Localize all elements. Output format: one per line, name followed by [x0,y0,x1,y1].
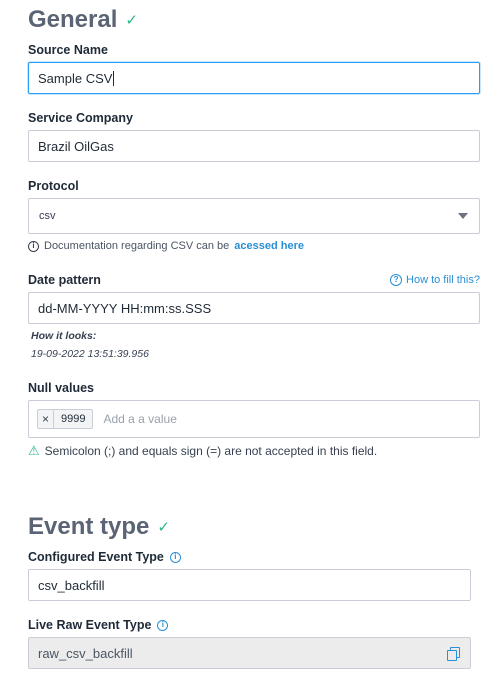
protocol-helper-text: Documentation regarding CSV can be [44,240,230,252]
service-company-value: Brazil OilGas [38,138,114,154]
text-cursor [113,70,115,86]
protocol-helper: i Documentation regarding CSV can be ace… [28,240,304,252]
source-name-input[interactable]: Sample CSV [28,62,480,94]
how-to-fill-link[interactable]: ? How to fill this? [390,274,480,286]
source-name-value: Sample CSV [38,70,113,86]
copy-icon[interactable] [446,646,460,661]
live-raw-event-type-value: raw_csv_backfill [38,645,133,661]
how-to-fill-text: How to fill this? [406,274,480,286]
live-raw-event-type-label: Live Raw Event Type i [28,618,169,632]
null-values-placeholder[interactable]: Add a a value [103,412,176,426]
how-it-looks-value: 19-09-2022 13:51:39.956 [31,348,149,360]
null-value-tag: × 9999 [37,409,94,429]
configured-event-type-label-text: Configured Event Type [28,550,164,564]
help-circle-icon: ? [390,274,403,286]
chevron-down-icon[interactable] [458,213,468,219]
event-type-title-text: Event type [28,513,150,540]
check-icon: ✓ [157,519,170,536]
null-value-tag-label: 9999 [61,413,86,425]
null-values-warning: ⚠ Semicolon (;) and equals sign (=) are … [28,443,377,459]
protocol-select[interactable]: csv [28,198,480,234]
how-it-looks-label: How it looks: [31,330,97,342]
protocol-docs-link[interactable]: acessed here [234,240,304,252]
info-icon: i [28,240,39,252]
info-icon[interactable]: i [169,551,181,563]
general-section-title: General ✓ [28,6,138,34]
service-company-label: Service Company [28,111,133,125]
check-icon: ✓ [125,12,138,29]
configured-event-type-value: csv_backfill [38,577,105,593]
event-type-section-title: Event type ✓ [28,513,170,541]
live-raw-event-type-field: raw_csv_backfill [28,637,471,669]
configured-event-type-input[interactable]: csv_backfill [28,569,471,601]
protocol-selected-value: csv [39,210,56,222]
source-name-label: Source Name [28,43,108,57]
info-icon[interactable]: i [157,619,169,631]
live-raw-event-type-label-text: Live Raw Event Type [28,618,152,632]
null-values-label: Null values [28,381,94,395]
general-title-text: General [28,6,118,33]
protocol-label: Protocol [28,179,79,193]
date-pattern-value: dd-MM-YYYY HH:mm:ss.SSS [38,300,212,316]
null-values-warning-text: Semicolon (;) and equals sign (=) are no… [44,444,378,458]
date-pattern-input[interactable]: dd-MM-YYYY HH:mm:ss.SSS [28,292,480,324]
null-values-input[interactable]: × 9999 Add a a value [28,400,480,438]
service-company-input[interactable]: Brazil OilGas [28,130,480,162]
date-pattern-label: Date pattern [28,273,101,287]
configured-event-type-label: Configured Event Type i [28,550,181,564]
close-icon[interactable]: × [38,410,54,428]
warning-triangle-icon: ⚠ [28,443,40,458]
